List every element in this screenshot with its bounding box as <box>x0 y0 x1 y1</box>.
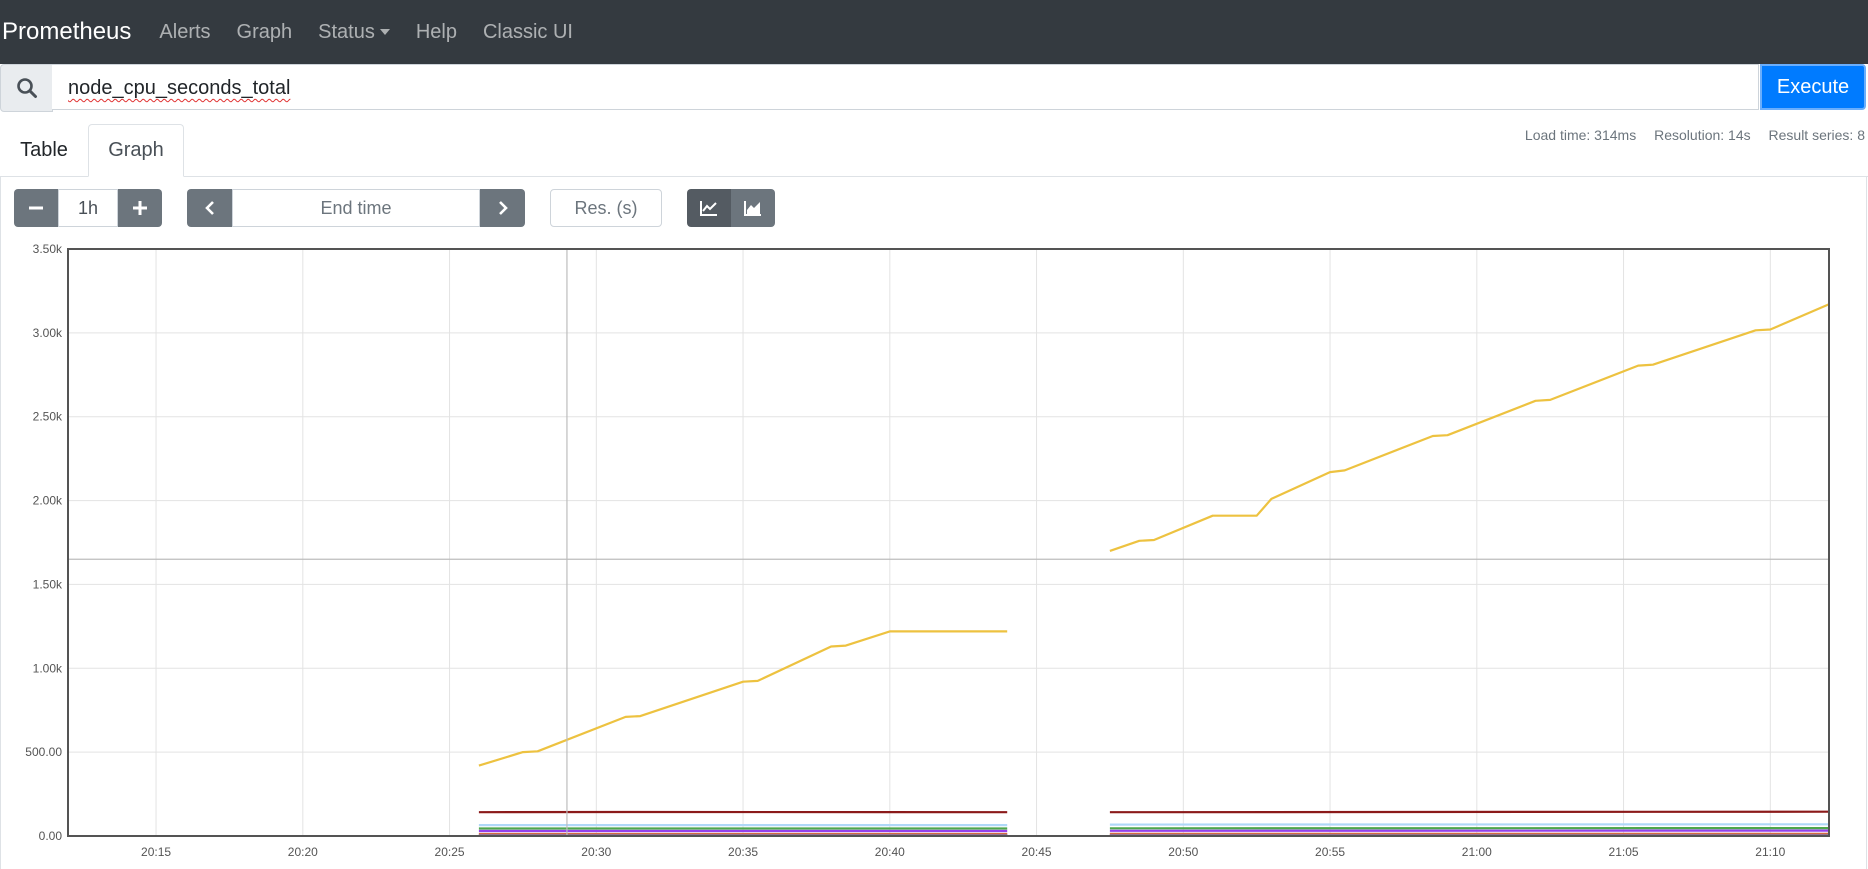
nav-classic-ui[interactable]: Classic UI <box>483 21 573 44</box>
stacked-mode-button[interactable] <box>731 189 775 227</box>
y-tick-label: 500.00 <box>25 745 62 759</box>
search-icon <box>16 78 37 98</box>
y-tick-label: 1.00k <box>33 661 63 675</box>
query-bar: node_cpu_seconds_total Execute <box>0 64 1868 112</box>
x-tick-label: 21:00 <box>1462 845 1492 859</box>
y-tick-label: 1.50k <box>33 577 63 591</box>
line-mode-button[interactable] <box>687 189 731 227</box>
resolution-input[interactable]: Res. (s) <box>550 189 662 227</box>
y-tick-label: 2.00k <box>33 494 63 508</box>
nav-help[interactable]: Help <box>416 21 457 44</box>
x-tick-label: 20:25 <box>435 845 465 859</box>
search-addon <box>0 64 53 112</box>
stacked-chart-icon <box>744 201 761 216</box>
time-back-button[interactable] <box>187 189 232 227</box>
top-navbar: Prometheus Alerts Graph Status Help Clas… <box>0 0 1868 64</box>
result-series: Result series: 8 <box>1768 127 1865 143</box>
nav-alerts[interactable]: Alerts <box>159 21 210 44</box>
time-series-chart[interactable]: 20:15 20:20 20:25 20:30 20:35 20:40 20:45 20:50… <box>0 240 1868 869</box>
y-tick-label: 3.00k <box>33 326 63 340</box>
range-increase-button[interactable] <box>118 189 162 227</box>
line-chart-icon <box>700 201 717 216</box>
load-time: Load time: 314ms <box>1524 127 1637 143</box>
x-tick-label: 20:15 <box>141 845 171 859</box>
y-tick-label: 2.50k <box>33 410 63 424</box>
nav-status-dropdown[interactable]: Status <box>318 21 390 44</box>
x-tick-label: 20:40 <box>875 845 905 859</box>
x-tick-label: 20:55 <box>1315 845 1345 859</box>
brand-logo[interactable]: Prometheus <box>2 18 131 46</box>
x-tick-label: 20:20 <box>288 845 318 859</box>
expression-text: node_cpu_seconds_total <box>68 77 291 99</box>
end-time-input[interactable]: End time <box>232 189 480 227</box>
expression-input[interactable]: node_cpu_seconds_total <box>52 64 1759 110</box>
series-line <box>1109 810 1830 814</box>
x-tick-label: 20:45 <box>1022 845 1052 859</box>
x-tick-label: 21:10 <box>1755 845 1785 859</box>
plus-icon <box>133 201 147 215</box>
x-tick-label: 21:05 <box>1609 845 1639 859</box>
query-stats: Load time: 314ms Resolution: 14s Result … <box>1511 127 1865 143</box>
chevron-right-icon <box>498 201 508 215</box>
nav-graph[interactable]: Graph <box>237 21 293 44</box>
resolution: Resolution: 14s <box>1654 127 1751 143</box>
tab-table[interactable]: Table <box>0 124 88 176</box>
plot-area <box>68 249 1829 836</box>
execute-button[interactable]: Execute <box>1760 64 1866 110</box>
chevron-left-icon <box>204 201 214 215</box>
x-tick-label: 20:30 <box>581 845 611 859</box>
y-tick-label: 0.00 <box>39 829 63 843</box>
range-decrease-button[interactable] <box>14 189 58 227</box>
x-tick-label: 20:50 <box>1168 845 1198 859</box>
minus-icon <box>29 206 43 210</box>
caret-down-icon <box>379 29 390 35</box>
y-tick-label: 3.50k <box>33 242 63 256</box>
tab-graph[interactable]: Graph <box>88 124 184 177</box>
nav-status-label: Status <box>318 20 375 43</box>
time-forward-button[interactable] <box>480 189 525 227</box>
range-input[interactable]: 1h <box>58 189 118 227</box>
x-tick-label: 20:35 <box>728 845 758 859</box>
